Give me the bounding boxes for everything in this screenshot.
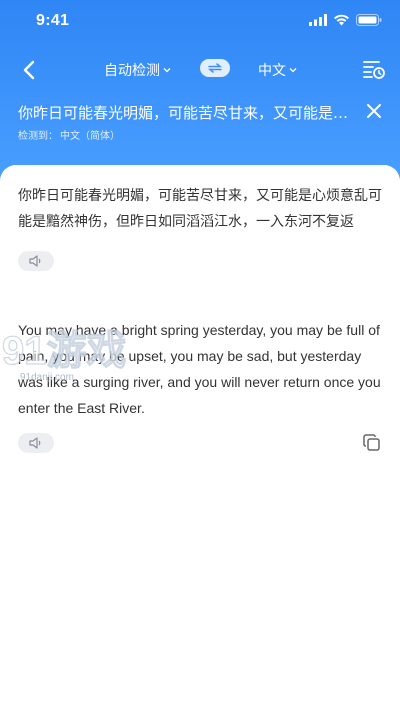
back-icon[interactable]	[18, 58, 42, 82]
copy-icon[interactable]	[362, 433, 382, 453]
swap-language-button[interactable]	[200, 59, 230, 77]
history-icon[interactable]	[360, 56, 386, 82]
translation-speak-button[interactable]	[18, 433, 54, 453]
detected-language: 检测到： 中文（简体）	[18, 127, 120, 142]
translation-text: You may have a bright spring yesterday, …	[18, 322, 381, 416]
source-text-preview[interactable]: 你昨日可能春光明媚，可能苦尽甘来，又可能是心烦意乱可能是黯然神伤，但昨日如同滔滔…	[18, 102, 358, 123]
target-language-selector[interactable]: 中文	[258, 60, 297, 80]
status-bar: 9:41	[0, 0, 400, 44]
source-language-selector[interactable]: 自动检测	[104, 60, 171, 80]
nav-bar: 自动检测 中文	[0, 52, 400, 88]
source-language-label: 自动检测	[104, 63, 160, 79]
speaker-icon	[29, 255, 41, 267]
chevron-down-icon	[289, 68, 297, 73]
detected-prefix: 检测到：	[18, 131, 58, 142]
header: 9:41 自动检测 中文 你昨日可能春光明媚，可能苦尽甘来，又可能是心烦意乱 检…	[0, 0, 400, 185]
swap-icon	[207, 63, 223, 73]
status-icons	[309, 14, 382, 26]
detected-language-value: 中文（简体）	[60, 131, 120, 142]
signal-icon	[309, 14, 327, 26]
speaker-icon	[29, 437, 41, 449]
chevron-down-icon	[163, 68, 171, 73]
wifi-icon	[334, 14, 349, 26]
original-text: 你昨日可能春光明媚，可能苦尽甘来，又可能是心烦意乱可能是黯然神伤，但昨日如同滔滔…	[18, 188, 382, 230]
battery-icon	[356, 14, 382, 26]
close-icon[interactable]	[364, 101, 384, 121]
status-time: 9:41	[36, 12, 70, 29]
target-language-label: 中文	[258, 63, 286, 79]
result-card: 你昨日可能春光明媚，可能苦尽甘来，又可能是心烦意乱可能是黯然神伤，但昨日如同滔滔…	[0, 165, 400, 711]
original-speak-button[interactable]	[18, 251, 54, 271]
